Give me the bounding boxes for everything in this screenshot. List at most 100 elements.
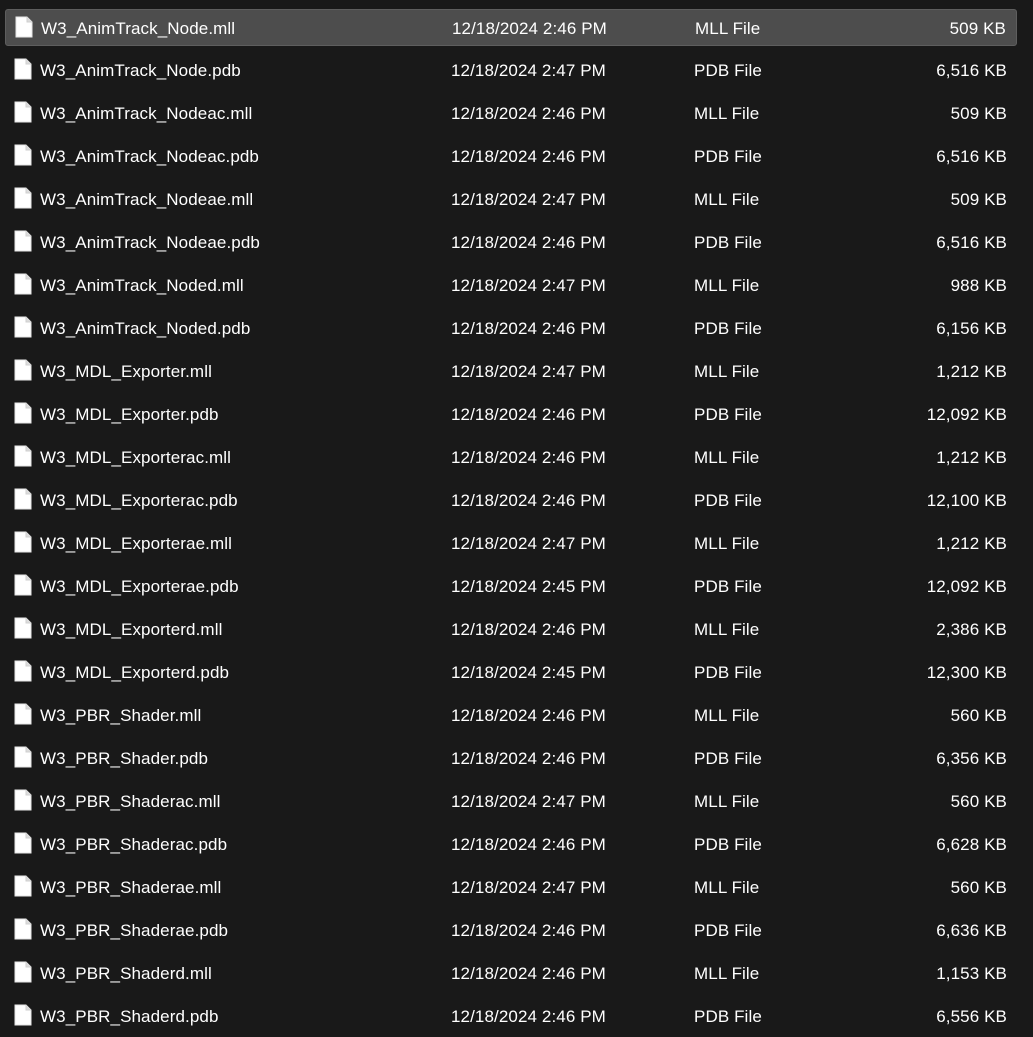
file-icon <box>14 402 32 424</box>
file-date-modified: 12/18/2024 2:47 PM <box>451 276 606 295</box>
file-size: 6,156 KB <box>936 319 1007 338</box>
file-icon <box>14 58 32 80</box>
file-type: MLL File <box>695 19 761 38</box>
file-row[interactable]: W3_AnimTrack_Nodeac.mll 12/18/2024 2:46 P… <box>5 95 1017 132</box>
file-icon <box>14 230 32 252</box>
file-name: W3_AnimTrack_Node.pdb <box>40 61 241 80</box>
file-type: PDB File <box>694 921 762 940</box>
file-type: PDB File <box>694 749 762 768</box>
file-name: W3_PBR_Shaderae.mll <box>40 878 222 897</box>
file-row[interactable]: W3_AnimTrack_Noded.pdb 12/18/2024 2:46 PM… <box>5 310 1017 347</box>
file-size: 6,516 KB <box>936 147 1007 166</box>
file-date-modified: 12/18/2024 2:46 PM <box>451 749 606 768</box>
file-type: PDB File <box>694 835 762 854</box>
file-icon <box>14 1004 32 1026</box>
file-row[interactable]: W3_AnimTrack_Node.pdb 12/18/2024 2:47 PM P… <box>5 52 1017 89</box>
file-row[interactable]: W3_AnimTrack_Nodeae.pdb 12/18/2024 2:46 P… <box>5 224 1017 261</box>
file-size: 12,092 KB <box>926 577 1007 596</box>
file-type: MLL File <box>694 362 760 381</box>
file-row[interactable]: W3_AnimTrack_Noded.mll 12/18/2024 2:47 PM… <box>5 267 1017 304</box>
file-date-modified: 12/18/2024 2:46 PM <box>451 1007 606 1026</box>
file-date-modified: 12/18/2024 2:46 PM <box>451 706 606 725</box>
file-size: 1,212 KB <box>936 362 1007 381</box>
file-name: W3_AnimTrack_Noded.mll <box>40 276 244 295</box>
file-list[interactable]: W3_AnimTrack_Node.mll 12/18/2024 2:46 PM M… <box>0 0 1033 1037</box>
file-type: MLL File <box>694 448 760 467</box>
file-name: W3_PBR_Shader.mll <box>40 706 202 725</box>
file-size: 6,636 KB <box>936 921 1007 940</box>
file-row[interactable]: W3_PBR_Shader.mll 12/18/2024 2:46 PM MLL F… <box>5 697 1017 734</box>
file-icon <box>14 273 32 295</box>
file-name: W3_AnimTrack_Nodeae.mll <box>40 190 254 209</box>
file-type: PDB File <box>694 319 762 338</box>
file-size: 509 KB <box>949 19 1006 38</box>
file-name: W3_AnimTrack_Nodeae.pdb <box>40 233 260 252</box>
file-name: W3_AnimTrack_Nodeac.pdb <box>40 147 259 166</box>
file-row[interactable]: W3_MDL_Exporter.pdb 12/18/2024 2:46 PM PDB… <box>5 396 1017 433</box>
file-date-modified: 12/18/2024 2:47 PM <box>451 362 606 381</box>
file-row[interactable]: W3_PBR_Shaderae.pdb 12/18/2024 2:46 PM PDB… <box>5 912 1017 949</box>
file-row[interactable]: W3_MDL_Exporterae.pdb 12/18/2024 2:45 PM P… <box>5 568 1017 605</box>
file-size: 6,516 KB <box>936 61 1007 80</box>
file-size: 560 KB <box>950 878 1007 897</box>
file-icon <box>14 445 32 467</box>
file-size: 509 KB <box>950 104 1007 123</box>
file-row[interactable]: W3_MDL_Exporter.mll 12/18/2024 2:47 PM MLL… <box>5 353 1017 390</box>
file-icon <box>14 961 32 983</box>
file-date-modified: 12/18/2024 2:47 PM <box>451 534 606 553</box>
file-row[interactable]: W3_AnimTrack_Nodeae.mll 12/18/2024 2:47 P… <box>5 181 1017 218</box>
file-name: W3_MDL_Exporterac.pdb <box>40 491 238 510</box>
file-size: 2,386 KB <box>936 620 1007 639</box>
file-size: 1,212 KB <box>936 448 1007 467</box>
file-type: PDB File <box>694 491 762 510</box>
file-size: 988 KB <box>950 276 1007 295</box>
file-size: 560 KB <box>950 706 1007 725</box>
file-icon <box>15 16 33 38</box>
file-type: PDB File <box>694 233 762 252</box>
file-name: W3_PBR_Shaderae.pdb <box>40 921 229 940</box>
file-icon <box>14 617 32 639</box>
file-date-modified: 12/18/2024 2:46 PM <box>451 448 606 467</box>
file-date-modified: 12/18/2024 2:46 PM <box>451 104 606 123</box>
file-icon <box>14 531 32 553</box>
file-type: MLL File <box>694 104 760 123</box>
file-size: 6,516 KB <box>936 233 1007 252</box>
file-row[interactable]: W3_PBR_Shaderac.mll 12/18/2024 2:47 PM MLL… <box>5 783 1017 820</box>
file-row[interactable]: W3_PBR_Shaderd.pdb 12/18/2024 2:46 PM PDB … <box>5 998 1017 1035</box>
file-type: PDB File <box>694 663 762 682</box>
file-name: W3_MDL_Exporterae.mll <box>40 534 232 553</box>
file-date-modified: 12/18/2024 2:46 PM <box>451 921 606 940</box>
file-row[interactable]: W3_MDL_Exporterae.mll 12/18/2024 2:47 PM M… <box>5 525 1017 562</box>
file-icon <box>14 918 32 940</box>
file-row[interactable]: W3_MDL_Exporterd.pdb 12/18/2024 2:45 PM PD… <box>5 654 1017 691</box>
file-name: W3_MDL_Exporter.mll <box>40 362 212 381</box>
file-row[interactable]: W3_MDL_Exporterac.pdb 12/18/2024 2:46 PM P… <box>5 482 1017 519</box>
file-size: 560 KB <box>950 792 1007 811</box>
file-icon <box>14 660 32 682</box>
file-name: W3_AnimTrack_Node.mll <box>41 19 236 38</box>
file-icon <box>14 789 32 811</box>
file-row[interactable]: W3_MDL_Exporterac.mll 12/18/2024 2:46 PM M… <box>5 439 1017 476</box>
file-name: W3_PBR_Shaderac.mll <box>40 792 221 811</box>
file-name: W3_MDL_Exporterd.pdb <box>40 663 230 682</box>
file-row[interactable]: W3_PBR_Shader.pdb 12/18/2024 2:46 PM PDB F… <box>5 740 1017 777</box>
file-icon <box>14 144 32 166</box>
file-type: MLL File <box>694 620 760 639</box>
file-name: W3_PBR_Shader.pdb <box>40 749 209 768</box>
file-row[interactable]: W3_PBR_Shaderae.mll 12/18/2024 2:47 PM MLL… <box>5 869 1017 906</box>
file-icon <box>14 187 32 209</box>
file-row[interactable]: W3_MDL_Exporterd.mll 12/18/2024 2:46 PM ML… <box>5 611 1017 648</box>
file-size: 6,556 KB <box>936 1007 1007 1026</box>
file-date-modified: 12/18/2024 2:46 PM <box>451 233 606 252</box>
file-date-modified: 12/18/2024 2:46 PM <box>451 147 606 166</box>
file-row[interactable]: W3_AnimTrack_Nodeac.pdb 12/18/2024 2:46 P… <box>5 138 1017 175</box>
file-row[interactable]: W3_PBR_Shaderd.mll 12/18/2024 2:46 PM MLL … <box>5 955 1017 992</box>
file-type: PDB File <box>694 61 762 80</box>
file-date-modified: 12/18/2024 2:45 PM <box>451 663 606 682</box>
file-row[interactable]: W3_PBR_Shaderac.pdb 12/18/2024 2:46 PM PDB… <box>5 826 1017 863</box>
file-row[interactable]: W3_AnimTrack_Node.mll 12/18/2024 2:46 PM M… <box>5 9 1017 46</box>
file-name: W3_AnimTrack_Noded.pdb <box>40 319 251 338</box>
file-name: W3_PBR_Shaderac.pdb <box>40 835 228 854</box>
file-date-modified: 12/18/2024 2:46 PM <box>451 964 606 983</box>
file-name: W3_PBR_Shaderd.pdb <box>40 1007 219 1026</box>
